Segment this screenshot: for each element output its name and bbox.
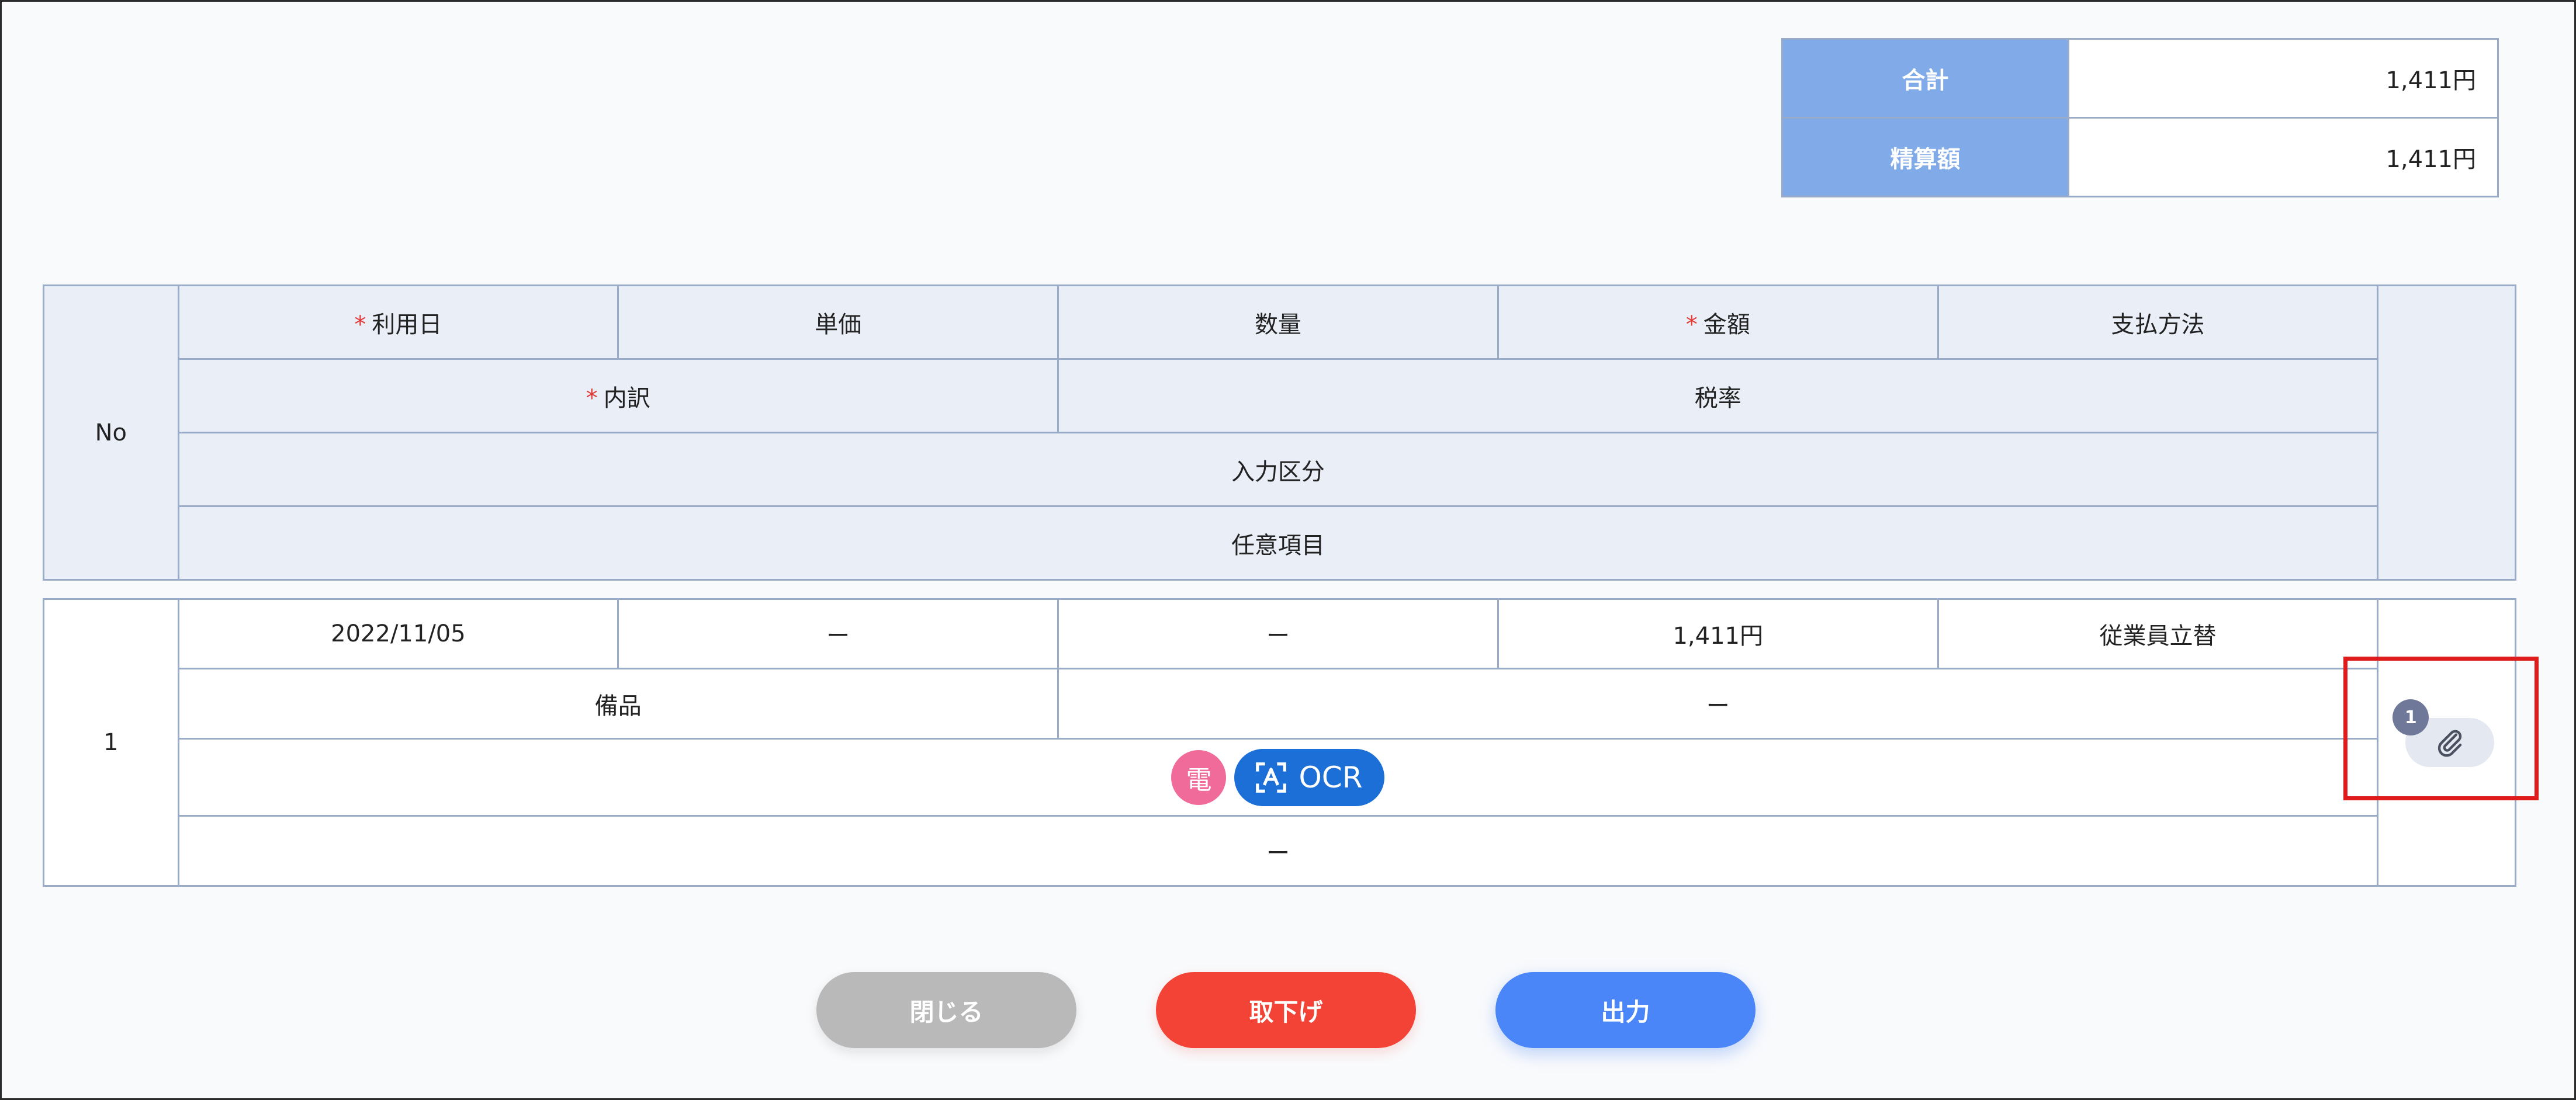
close-button[interactable]: 閉じる: [816, 972, 1076, 1048]
header-usage-date-label: 利用日: [372, 311, 442, 338]
row-usage-date: 2022/11/05: [177, 598, 619, 669]
header-input-category: 入力区分: [177, 432, 2379, 507]
summary-table: 合計 1,411円 精算額 1,411円: [1781, 38, 2499, 197]
input-category-badges: 電 OCR: [1171, 748, 1385, 806]
table-row[interactable]: 1 2022/11/05 ー ー 1,411円 従業員立替 1: [43, 598, 2516, 887]
summary-row-total: 合計 1,411円: [1781, 38, 2499, 119]
attachment-count-badge: 1: [2393, 699, 2429, 735]
row-input-category: 電 OCR: [177, 738, 2379, 817]
header-quantity: 数量: [1057, 284, 1499, 360]
row-tax-rate: ー: [1057, 668, 2379, 740]
summary-value: 1,411円: [2068, 38, 2499, 119]
header-optional-item: 任意項目: [177, 505, 2379, 581]
text-scan-icon: [1256, 762, 1287, 793]
row-amount: 1,411円: [1497, 598, 1939, 669]
summary-value: 1,411円: [2068, 117, 2499, 197]
header-amount-label: 金額: [1703, 311, 1750, 338]
row-unit-price: ー: [617, 598, 1060, 669]
header-breakdown: * 内訳: [177, 358, 1060, 433]
ocr-badge-label: OCR: [1299, 760, 1363, 794]
header-unit-price: 単価: [617, 284, 1060, 360]
header-attachment-column: [2377, 284, 2516, 581]
required-mark: *: [586, 384, 598, 412]
summary-row-settlement: 精算額 1,411円: [1781, 117, 2499, 197]
header-usage-date: * 利用日: [177, 284, 619, 360]
summary-label: 合計: [1781, 38, 2069, 119]
required-mark: *: [1685, 311, 1698, 338]
row-no: 1: [43, 598, 179, 887]
withdraw-button[interactable]: 取下げ: [1156, 972, 1416, 1048]
header-payment-method: 支払方法: [1937, 284, 2379, 360]
required-mark: *: [354, 311, 366, 338]
summary-label: 精算額: [1781, 117, 2069, 197]
header-tax-rate: 税率: [1057, 358, 2379, 433]
detail-header-table: No * 利用日 単価 数量 * 金額 支払方法 * 内訳 税率 入力区分 任意項目: [43, 284, 2516, 581]
row-breakdown: 備品: [177, 668, 1060, 740]
output-button[interactable]: 出力: [1495, 972, 1756, 1048]
header-breakdown-label: 内訳: [603, 384, 650, 412]
ocr-badge: OCR: [1234, 748, 1385, 806]
header-no: No: [43, 284, 179, 581]
row-payment-method: 従業員立替: [1937, 598, 2379, 669]
electronic-badge: 電: [1171, 749, 1227, 805]
detail-data-table: 1 2022/11/05 ー ー 1,411円 従業員立替 1 備品 ー 電 O…: [43, 598, 2516, 887]
row-optional-item: ー: [177, 815, 2379, 887]
row-quantity: ー: [1057, 598, 1499, 669]
highlight-box: [2343, 657, 2539, 800]
header-amount: * 金額: [1497, 284, 1939, 360]
